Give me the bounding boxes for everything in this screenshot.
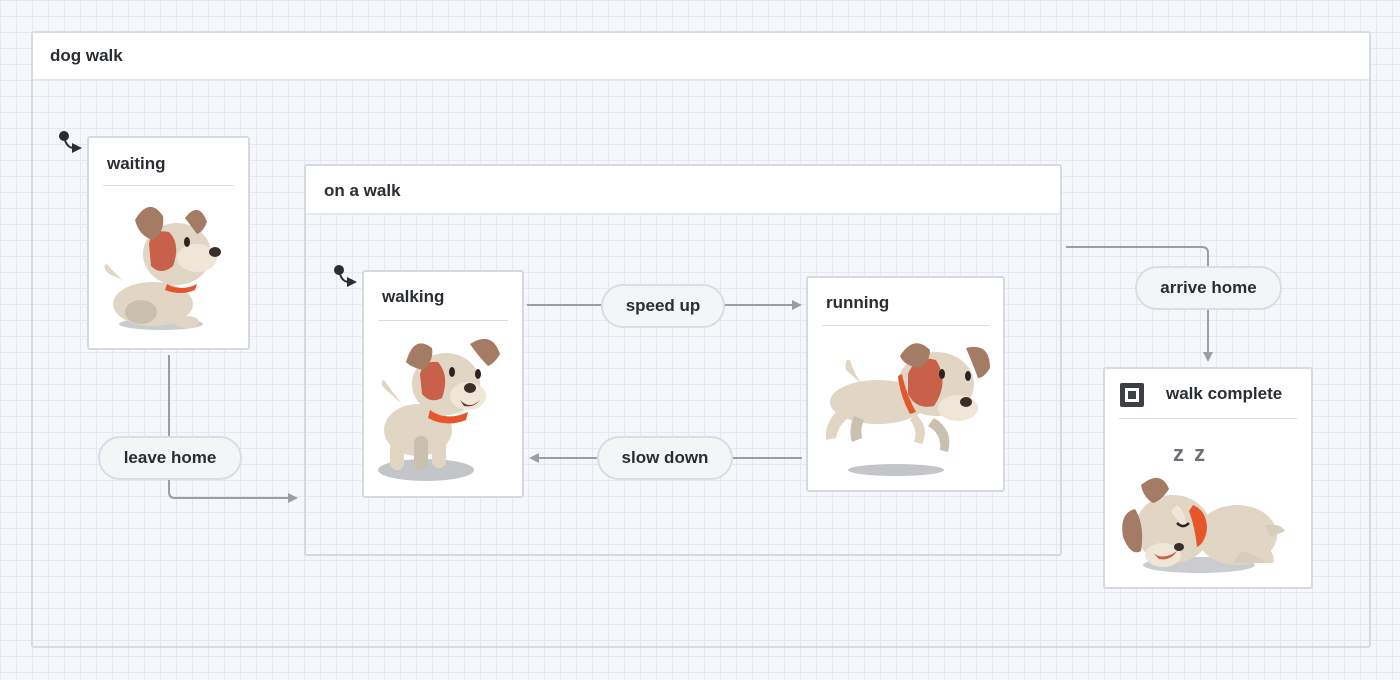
transition-arrows — [59, 131, 1213, 503]
initial-state-marker-walking — [334, 265, 357, 287]
transition-arrive-home[interactable]: arrive home — [1135, 266, 1282, 310]
transition-slow-down[interactable]: slow down — [597, 436, 733, 480]
transition-line-arrive-home — [1066, 246, 1209, 266]
transition-speed-up[interactable]: speed up — [601, 284, 725, 328]
transition-leave-home[interactable]: leave home — [98, 436, 242, 480]
initial-state-marker-waiting — [59, 131, 82, 153]
